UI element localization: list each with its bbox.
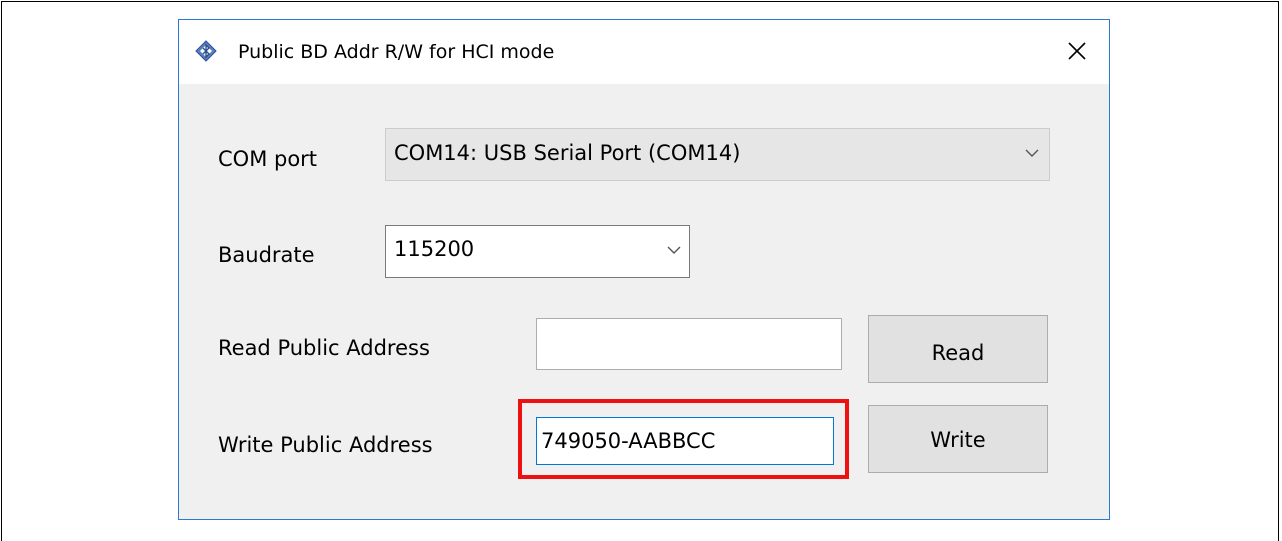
close-icon <box>1068 42 1086 60</box>
com-port-value: COM14: USB Serial Port (COM14) <box>394 141 741 165</box>
write-public-address-value: 749050-AABBCC <box>541 429 716 453</box>
bluetooth-diamond-icon <box>195 40 217 62</box>
dialog-window: Public BD Addr R/W for HCI mode COM port… <box>178 19 1110 520</box>
com-port-label: COM port <box>218 147 318 171</box>
write-public-address-field[interactable]: 749050-AABBCC <box>536 417 834 465</box>
baudrate-label: Baudrate <box>218 243 315 267</box>
chevron-down-icon <box>667 246 681 254</box>
baudrate-value: 115200 <box>394 237 475 261</box>
title-bar: Public BD Addr R/W for HCI mode <box>179 20 1109 84</box>
read-public-address-field[interactable] <box>536 318 842 370</box>
chevron-down-icon <box>1025 149 1039 157</box>
read-public-address-label: Read Public Address <box>218 336 430 360</box>
read-button[interactable]: Read <box>868 315 1048 383</box>
write-button[interactable]: Write <box>868 405 1048 473</box>
com-port-select[interactable]: COM14: USB Serial Port (COM14) <box>385 128 1050 181</box>
write-button-label: Write <box>930 428 986 452</box>
baudrate-select[interactable]: 115200 <box>385 225 690 278</box>
read-button-label: Read <box>931 341 985 365</box>
close-button[interactable] <box>1057 32 1097 72</box>
write-public-address-label: Write Public Address <box>218 433 433 457</box>
window-title: Public BD Addr R/W for HCI mode <box>238 41 555 63</box>
